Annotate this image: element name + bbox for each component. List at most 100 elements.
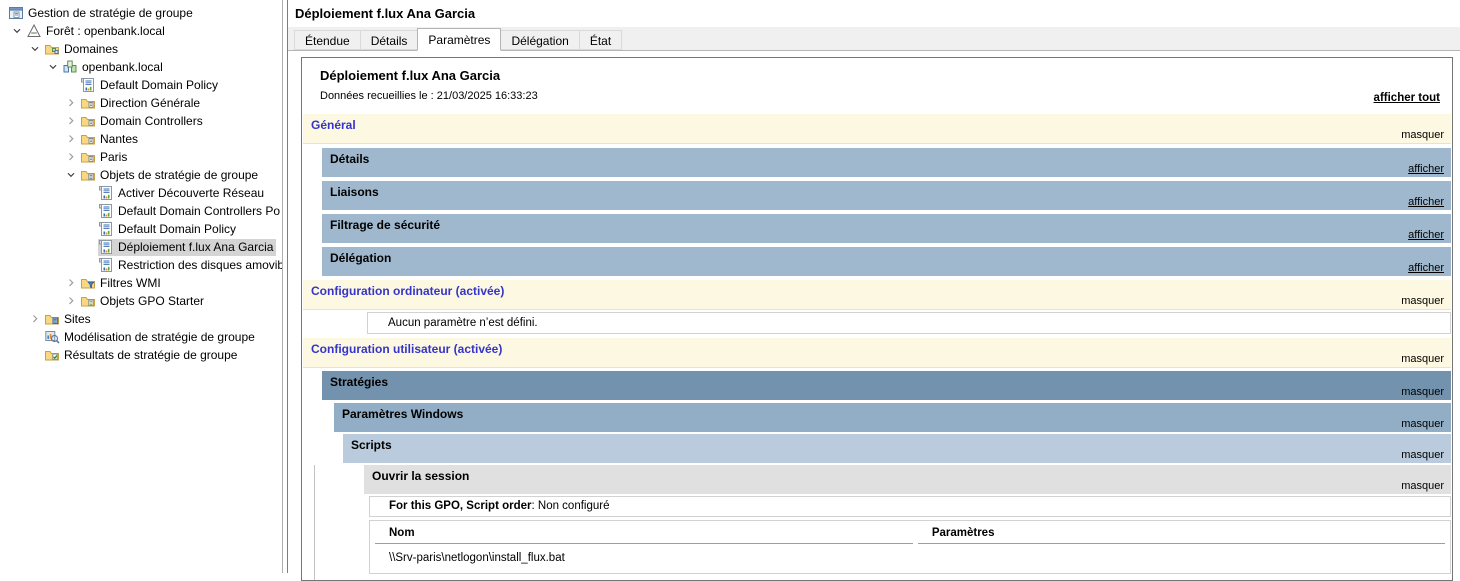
row-delegation-toggle[interactable]: afficher	[1408, 262, 1444, 274]
gpo-icon	[98, 239, 114, 255]
policies-toggle[interactable]: masquer	[1401, 386, 1444, 398]
tree-item-ou-domain-controllers[interactable]: Domain Controllers	[0, 112, 282, 130]
chevron-right-icon[interactable]	[62, 149, 80, 165]
tab-strip: Étendue Détails Paramètres Délégation Ét…	[288, 27, 1460, 51]
chevron-down-icon[interactable]	[44, 59, 62, 75]
section-computer-title: Configuration ordinateur (activée)	[311, 284, 504, 298]
tree-item-ou-paris[interactable]: Paris	[0, 148, 282, 166]
domain-icon	[62, 59, 78, 75]
logon-title: Ouvrir la session	[372, 469, 469, 483]
tree-item-label: Default Domain Controllers Po	[118, 203, 283, 219]
tree-item-gpo-restriction-disques[interactable]: Restriction des disques amovib	[0, 256, 282, 274]
tree-item-ou-nantes[interactable]: Nantes	[0, 130, 282, 148]
gpo-icon	[80, 77, 96, 93]
tree-item-gpo-deploiement-flux[interactable]: Déploiement f.lux Ana Garcia	[0, 238, 282, 256]
tree-item-wmi-filters[interactable]: Filtres WMI	[0, 274, 282, 292]
tree-item-label: openbank.local	[82, 59, 166, 75]
section-general-title: Général	[311, 118, 356, 132]
windows-settings-toggle[interactable]: masquer	[1401, 418, 1444, 430]
tree-item-gpm-root[interactable]: Gestion de stratégie de groupe	[0, 4, 282, 22]
gpo-folder-icon	[80, 167, 96, 183]
tree-item-label: Restriction des disques amovib	[118, 257, 283, 273]
tree-item-label: Nantes	[100, 131, 141, 147]
tab-etendue[interactable]: Étendue	[294, 30, 361, 50]
gpmc-navigation-tree[interactable]: Gestion de stratégie de groupeForêt : op…	[0, 0, 283, 573]
tree-item-sites[interactable]: Sites	[0, 310, 282, 328]
row-liaisons-title: Liaisons	[330, 185, 379, 199]
row-details-title: Détails	[330, 152, 369, 166]
row-liaisons-band: Liaisons afficher	[322, 181, 1451, 210]
column-header-nom: Nom	[375, 521, 913, 544]
results-icon	[44, 347, 60, 363]
tab-details[interactable]: Détails	[360, 30, 419, 50]
tree-item-label: Résultats de stratégie de groupe	[64, 347, 240, 363]
ou-icon	[80, 149, 96, 165]
row-filtrage-band: Filtrage de sécurité afficher	[322, 214, 1451, 243]
tree-item-label: Default Domain Policy	[118, 221, 239, 237]
show-all-link[interactable]: afficher tout	[1374, 92, 1440, 104]
chevron-right-icon[interactable]	[26, 311, 44, 327]
pane-title: Déploiement f.lux Ana Garcia	[295, 6, 475, 21]
tab-delegation[interactable]: Délégation	[500, 30, 579, 50]
tree-item-starter-gpos[interactable]: Objets GPO Starter	[0, 292, 282, 310]
tree-item-gp-modeling[interactable]: Modélisation de stratégie de groupe	[0, 328, 282, 346]
row-details-band: Détails afficher	[322, 148, 1451, 177]
logon-toggle[interactable]: masquer	[1401, 480, 1444, 492]
chevron-right-icon[interactable]	[62, 113, 80, 129]
tree-item-gpo-default-domain-controllers[interactable]: Default Domain Controllers Po	[0, 202, 282, 220]
logon-band: Ouvrir la session masquer	[364, 465, 1451, 494]
tree-item-label: Domain Controllers	[100, 113, 206, 129]
chevron-slot-empty	[80, 257, 98, 273]
row-filtrage-toggle[interactable]: afficher	[1408, 229, 1444, 241]
report-collected-date: Données recueillies le : 21/03/2025 16:3…	[320, 90, 1442, 102]
chevron-right-icon[interactable]	[62, 293, 80, 309]
tab-parametres[interactable]: Paramètres	[417, 28, 501, 51]
chevron-slot-empty	[80, 203, 98, 219]
row-delegation-title: Délégation	[330, 251, 391, 265]
section-computer-band: Configuration ordinateur (activée) masqu…	[303, 280, 1451, 310]
chevron-down-icon[interactable]	[62, 167, 80, 183]
gpo-settings-report: Déploiement f.lux Ana Garcia Données rec…	[301, 57, 1453, 581]
section-computer-toggle[interactable]: masquer	[1401, 295, 1444, 307]
chevron-right-icon[interactable]	[62, 131, 80, 147]
row-details-toggle[interactable]: afficher	[1408, 163, 1444, 175]
chevron-right-icon[interactable]	[62, 275, 80, 291]
tree-item-label: Paris	[100, 149, 130, 165]
tree-item-forest-openbank[interactable]: Forêt : openbank.local	[0, 22, 282, 40]
row-liaisons-toggle[interactable]: afficher	[1408, 196, 1444, 208]
computer-empty-message: Aucun paramètre n’est défini.	[367, 312, 1451, 334]
scripts-title: Scripts	[351, 438, 392, 452]
policies-band: Stratégies masquer	[322, 371, 1451, 400]
scripts-toggle[interactable]: masquer	[1401, 449, 1444, 461]
tree-item-gpo-activer-decouverte-reseau[interactable]: Activer Découverte Réseau	[0, 184, 282, 202]
gpo-icon	[98, 185, 114, 201]
chevron-down-icon[interactable]	[8, 23, 26, 39]
row-filtrage-title: Filtrage de sécurité	[330, 218, 440, 232]
section-user-title: Configuration utilisateur (activée)	[311, 342, 502, 356]
scripts-content-container: Ouvrir la session masquer For this GPO, …	[314, 465, 1451, 581]
tree-item-gpo-default-domain-policy[interactable]: Default Domain Policy	[0, 220, 282, 238]
chevron-right-icon[interactable]	[62, 95, 80, 111]
scripts-table-header-row: Nom Paramètres	[375, 521, 1445, 544]
report-title: Déploiement f.lux Ana Garcia	[320, 68, 1442, 83]
ou-icon	[80, 131, 96, 147]
tree-item-label: Déploiement f.lux Ana Garcia	[118, 239, 276, 255]
section-general-band: Général masquer	[303, 114, 1451, 144]
policies-title: Stratégies	[330, 375, 388, 389]
tree-item-domains[interactable]: Domaines	[0, 40, 282, 58]
tree-item-gpo-container[interactable]: Objets de stratégie de groupe	[0, 166, 282, 184]
tree-item-label: Activer Découverte Réseau	[118, 185, 267, 201]
section-general-toggle[interactable]: masquer	[1401, 129, 1444, 141]
tree-item-domain-openbank[interactable]: openbank.local	[0, 58, 282, 76]
section-user-band: Configuration utilisateur (activée) masq…	[303, 338, 1451, 368]
tab-etat[interactable]: État	[579, 30, 622, 50]
tree-item-ou-direction-generale[interactable]: Direction Générale	[0, 94, 282, 112]
tree-item-gp-results[interactable]: Résultats de stratégie de groupe	[0, 346, 282, 364]
console-icon	[8, 5, 24, 21]
section-user-toggle[interactable]: masquer	[1401, 353, 1444, 365]
tree-item-default-domain-policy-link[interactable]: Default Domain Policy	[0, 76, 282, 94]
chevron-down-icon[interactable]	[26, 41, 44, 57]
tree-item-label: Gestion de stratégie de groupe	[28, 5, 196, 21]
sites-folder-icon	[44, 311, 60, 327]
tree-item-label: Direction Générale	[100, 95, 203, 111]
